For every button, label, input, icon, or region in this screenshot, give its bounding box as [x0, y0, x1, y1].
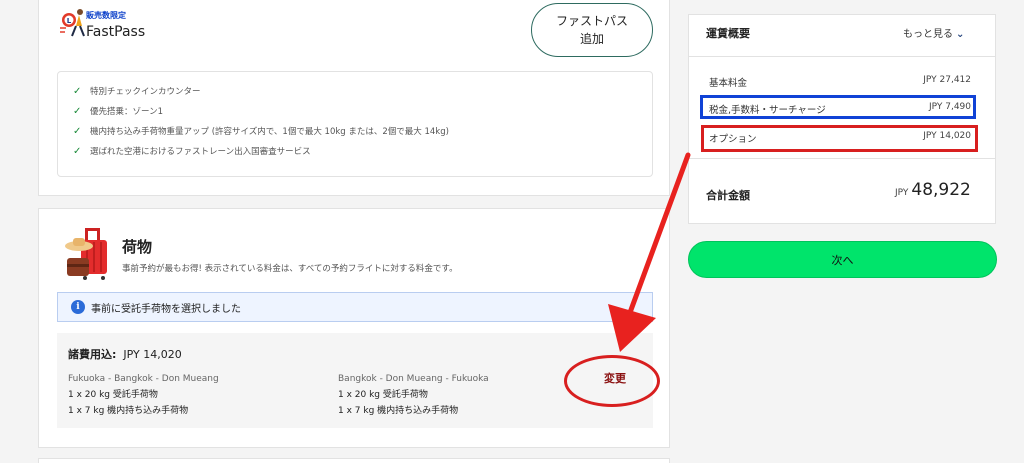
feature-item: ✓ 優先搭乗：ゾーン1	[73, 101, 652, 121]
fare-summary-title: 運賃概要	[706, 27, 750, 40]
divider	[689, 158, 995, 159]
annotation-red-ellipse	[564, 355, 660, 407]
route-item: 1 x 20 kg 受託手荷物	[68, 390, 158, 400]
info-message: 事前に受託手荷物を選択しました	[91, 303, 241, 315]
total-currency: JPY	[895, 188, 909, 198]
total-value: 48,922	[911, 180, 971, 200]
route-item: 1 x 7 kg 機内持ち込み手荷物	[68, 406, 189, 416]
fastpass-features: ✓ 特別チェックインカウンター ✓ 優先搭乗：ゾーン1 ✓ 機内持ち込み手荷物重量アッ…	[57, 71, 653, 177]
luggage-icon	[65, 228, 107, 280]
check-icon: ✓	[73, 145, 82, 157]
next-section-card	[38, 458, 670, 463]
fastpass-runner-icon: L	[60, 9, 85, 37]
baggage-title: 荷物	[122, 238, 153, 256]
total-label: 合計金額	[706, 189, 750, 202]
fee-line: 諸費用込: JPY 14,020	[68, 348, 182, 361]
fastpass-title: FastPass	[86, 24, 146, 40]
check-icon: ✓	[73, 85, 82, 97]
show-more-label: もっと見る	[903, 29, 953, 40]
total-amount: JPY 48,922	[895, 180, 971, 200]
feature-text: 特別チェックインカウンター	[90, 87, 201, 97]
route-item: 1 x 20 kg 受託手荷物	[338, 390, 428, 400]
route-name: Bangkok - Don Mueang - Fukuoka	[338, 374, 489, 384]
feature-item: ✓ 選ばれた空港におけるファストレーン出入国審査サービス	[73, 141, 652, 161]
annotation-red-box	[701, 125, 978, 152]
route-block: Fukuoka - Bangkok - Don Mueang 1 x 20 kg…	[68, 371, 219, 419]
route-item: 1 x 7 kg 機内持ち込み手荷物	[338, 406, 459, 416]
route-block: Bangkok - Don Mueang - Fukuoka 1 x 20 kg…	[338, 371, 489, 419]
add-fastpass-label-1: ファストパス	[555, 14, 628, 28]
check-icon: ✓	[73, 125, 82, 137]
add-fastpass-button[interactable]: ファストパス 追加	[531, 3, 653, 57]
feature-text: 機内持ち込み手荷物重量アップ (許容サイズ内で、1個で最大 10kg または、2…	[90, 127, 449, 137]
limited-badge: 販売数限定	[86, 11, 126, 20]
fare-row-base: 基本料金 JPY 27,412	[709, 75, 971, 89]
feature-text: 選ばれた空港におけるファストレーン出入国審査サービス	[90, 147, 311, 157]
baggage-description: 事前予約が最もお得! 表示されている料金は、すべての予約フライトに対する料金です…	[122, 264, 458, 274]
fee-value: JPY 14,020	[123, 348, 182, 361]
info-icon: i	[71, 300, 85, 314]
fare-value: JPY 27,412	[923, 75, 971, 85]
add-fastpass-label-2: 追加	[579, 32, 604, 46]
fee-label: 諸費用込	[68, 348, 112, 361]
feature-item: ✓ 特別チェックインカウンター	[73, 81, 652, 101]
feature-item: ✓ 機内持ち込み手荷物重量アップ (許容サイズ内で、1個で最大 10kg または、…	[73, 121, 652, 141]
feature-text: 優先搭乗：ゾーン1	[90, 107, 163, 117]
show-more-toggle[interactable]: もっと見る ⌄	[903, 25, 964, 40]
chevron-down-icon: ⌄	[956, 29, 965, 40]
annotation-blue-box	[700, 95, 976, 119]
fare-label: 基本料金	[709, 78, 748, 89]
svg-text:L: L	[67, 17, 72, 25]
info-banner: i 事前に受託手荷物を選択しました	[57, 292, 653, 322]
check-icon: ✓	[73, 105, 82, 117]
next-button[interactable]: 次へ	[688, 241, 997, 278]
route-name: Fukuoka - Bangkok - Don Mueang	[68, 374, 219, 384]
divider	[689, 56, 995, 57]
